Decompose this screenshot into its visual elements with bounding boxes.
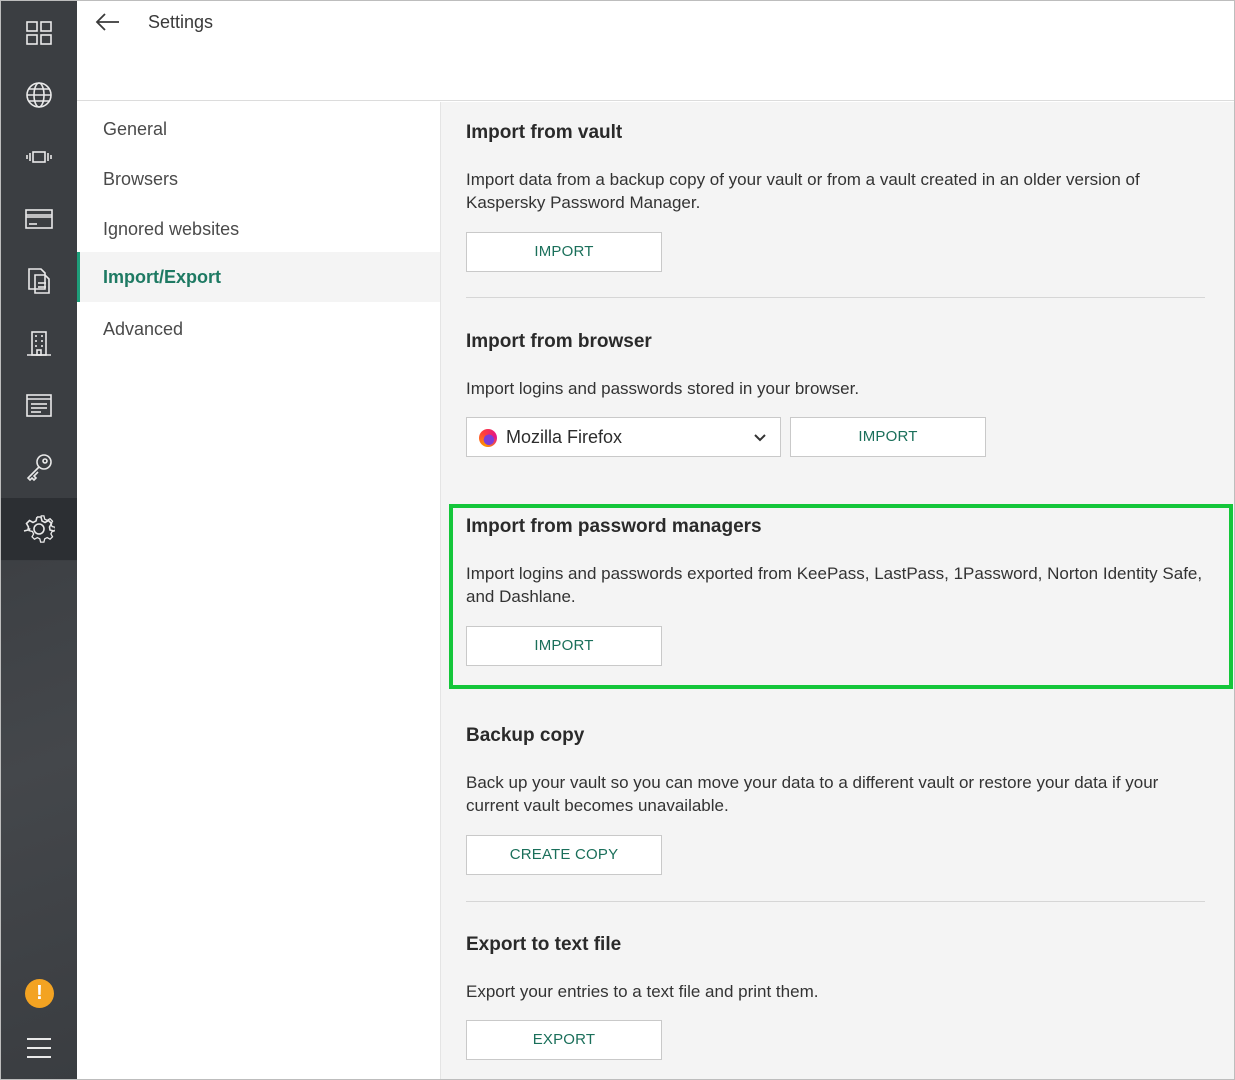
notes-icon[interactable] [1,374,77,436]
ticket-icon[interactable] [1,126,77,188]
nav-item-ignored-websites[interactable]: Ignored websites [77,204,440,254]
section-import-password-managers: Import from password managers Import log… [466,516,1206,608]
section-import-vault: Import from vault Import data from a bac… [466,122,1206,214]
globe-icon[interactable] [1,64,77,126]
chevron-down-icon [752,430,768,446]
section-export-text: Export to text file Export your entries … [466,934,1206,1003]
import-password-managers-button[interactable]: IMPORT [466,626,662,666]
divider [466,901,1205,902]
section-description: Import logins and passwords exported fro… [466,564,1203,606]
warning-icon[interactable]: ! [25,979,54,1008]
section-title: Import from password managers [466,516,762,537]
browser-select[interactable]: Mozilla Firefox [466,417,781,457]
section-title: Export to text file [466,934,622,955]
section-title: Backup copy [466,725,585,746]
app-window: ! Settings General Browsers Ignored webs… [0,0,1235,1080]
page-title: Settings [148,12,214,32]
section-description: Import data from a backup copy of your v… [466,170,1140,212]
nav-item-browsers[interactable]: Browsers [77,154,440,204]
key-icon[interactable] [1,436,77,498]
header-bar: Settings [77,1,1234,101]
browser-select-value: Mozilla Firefox [506,427,623,447]
hamburger-menu-icon[interactable] [27,1038,51,1058]
section-title: Import from browser [466,331,652,352]
nav-item-advanced[interactable]: Advanced [77,304,440,354]
content-panel: Import from vault Import data from a bac… [441,102,1234,1079]
section-description: Export your entries to a text file and p… [466,982,819,1001]
card-icon[interactable] [1,188,77,250]
import-vault-button[interactable]: IMPORT [466,232,662,272]
section-description: Back up your vault so you can move your … [466,773,1159,815]
nav-item-import-export[interactable]: Import/Export [77,252,440,302]
section-title: Import from vault [466,122,623,143]
settings-nav: General Browsers Ignored websites Import… [77,102,441,1079]
section-backup-copy: Backup copy Back up your vault so you ca… [466,725,1206,817]
documents-icon[interactable] [1,250,77,312]
dashboard-icon[interactable] [1,2,77,64]
divider [466,297,1205,298]
import-browser-button[interactable]: IMPORT [790,417,986,457]
section-description: Import logins and passwords stored in yo… [466,379,860,398]
export-button[interactable]: EXPORT [466,1020,662,1060]
icon-rail: ! [1,1,77,1079]
create-copy-button[interactable]: CREATE COPY [466,835,662,875]
building-icon[interactable] [1,312,77,374]
settings-icon[interactable] [1,498,77,560]
nav-item-general[interactable]: General [77,104,440,154]
back-arrow-icon[interactable] [95,11,121,33]
section-import-browser: Import from browser Import logins and pa… [466,331,1206,400]
firefox-icon [479,429,497,447]
